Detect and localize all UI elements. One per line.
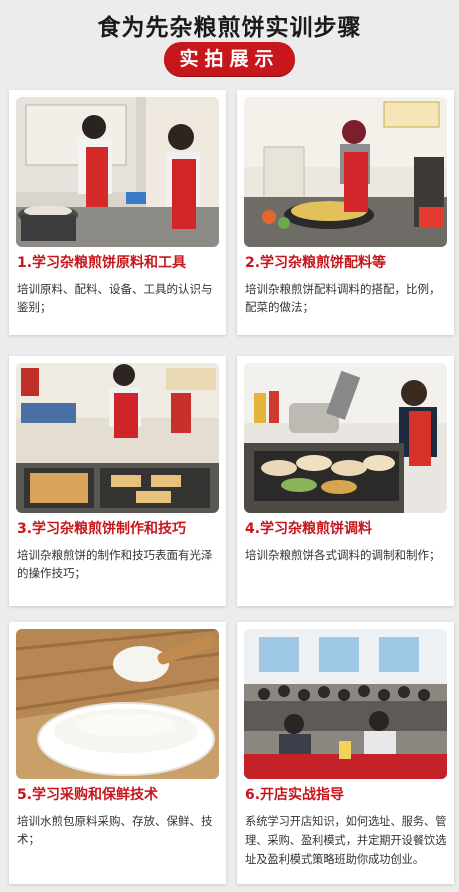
step-card-2: 2.学习杂粮煎饼配料等 培训杂粮煎饼配料调料的搭配，比例，配菜的做法； (237, 90, 454, 335)
classroom-photo (244, 629, 447, 779)
step-title: 6.开店实战指导 (245, 787, 345, 803)
step-title: 3.学习杂粮煎饼制作和技巧 (17, 521, 187, 537)
step-card-6: 6.开店实战指导 系统学习开店知识，如何选址、服务、管理、采购、盈利模式，并定期… (237, 622, 454, 884)
page-title: 食为先杂粮煎饼实训步骤 (97, 15, 362, 41)
step-description: 系统学习开店知识，如何选址、服务、管理、采购、盈利模式，并定期开设餐饮选址及盈利… (245, 815, 447, 866)
step-card-3: 3.学习杂粮煎饼制作和技巧 培训杂粮煎饼的制作和技巧表面有光泽的操作技巧； (9, 356, 226, 606)
photo-showcase-badge: 实拍展示 (164, 42, 295, 76)
step-title: 4.学习杂粮煎饼调料 (245, 521, 373, 537)
header: 食为先杂粮煎饼实训步骤 实拍展示 (0, 0, 459, 86)
step-title: 1.学习杂粮煎饼原料和工具 (17, 255, 187, 271)
flour-bowl-photo (16, 629, 219, 779)
cooking-pancake-photo (244, 97, 447, 247)
step-description: 培训杂粮煎饼配料调料的搭配，比例，配菜的做法； (245, 282, 441, 314)
seasoning-display-photo (244, 363, 447, 513)
step-card-1: 1.学习杂粮煎饼原料和工具 培训原料、配料、设备、工具的认识与鉴别； (9, 90, 226, 335)
step-title: 5.学习采购和保鲜技术 (17, 787, 159, 803)
step-description: 培训杂粮煎饼各式调料的调制和制作； (245, 548, 441, 562)
step-card-5: 5.学习采购和保鲜技术 培训水煎包原料采购、存放、保鲜、技术； (9, 622, 226, 884)
training-kitchen-photo (16, 97, 219, 247)
step-card-4: 4.学习杂粮煎饼调料 培训杂粮煎饼各式调料的调制和制作； (237, 356, 454, 606)
step-title: 2.学习杂粮煎饼配料等 (245, 255, 387, 271)
step-description: 培训原料、配料、设备、工具的认识与鉴别； (17, 282, 213, 314)
step-description: 培训杂粮煎饼的制作和技巧表面有光泽的操作技巧； (17, 548, 213, 580)
step-description: 培训水煎包原料采购、存放、保鲜、技术； (17, 814, 213, 846)
pancake-tray-photo (16, 363, 219, 513)
